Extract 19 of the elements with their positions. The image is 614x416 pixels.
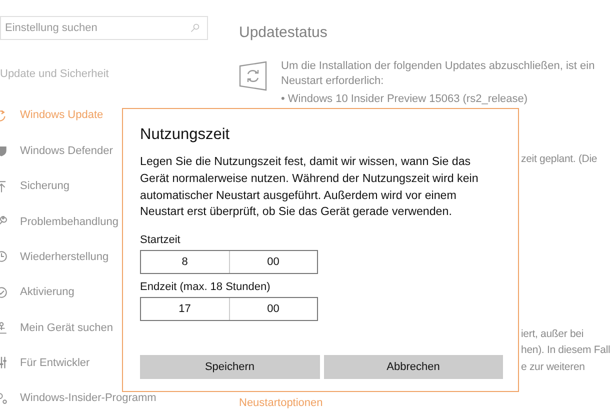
section-heading: Updatestatus xyxy=(239,24,328,41)
search-icon xyxy=(190,22,200,33)
refresh-window-icon xyxy=(239,61,267,91)
dialog-title: Nutzungszeit xyxy=(140,125,231,145)
section-heading: Update und Sicherheit xyxy=(0,68,110,82)
cancel-button[interactable]: Abbrechen xyxy=(324,355,503,380)
save-button[interactable]: Speichern xyxy=(140,355,320,380)
text-fragment: e zur weiteren xyxy=(521,360,585,374)
update-item: • Windows 10 Insider Preview 15063 (rs2_release) xyxy=(281,92,529,107)
field-label: Endzeit (max. 18 Stunden) xyxy=(140,280,272,294)
field-label: Startzeit xyxy=(140,233,182,248)
sidebar-item[interactable]: Windows-Insider-Programm xyxy=(0,380,232,416)
text-fragment: iert, außer bei xyxy=(521,326,584,342)
search-field[interactable]: Einstellung suchen xyxy=(0,16,208,40)
text-fragment: hen). In diesem Fall xyxy=(521,343,610,358)
text-fragment: zeit geplant. (Die xyxy=(521,152,598,167)
dialog-message: Legen Sie die Nutzungszeit fest, damit wir wissen, wann Sie das Gerät normalerweise nutzen. Während der Nutzungszeit wird kein automatischer Neustart ausgeführt. Außerdem wird vor einem Neustart erst überprüft, ob Sie das Gerät gerade verwenden. xyxy=(140,154,480,220)
status-message: Um die Installation der folgenden Updates abzuschließen, ist ein Neustart erforderlich: xyxy=(281,59,596,89)
restart-options-link[interactable]: Neustartoptionen xyxy=(239,397,323,409)
